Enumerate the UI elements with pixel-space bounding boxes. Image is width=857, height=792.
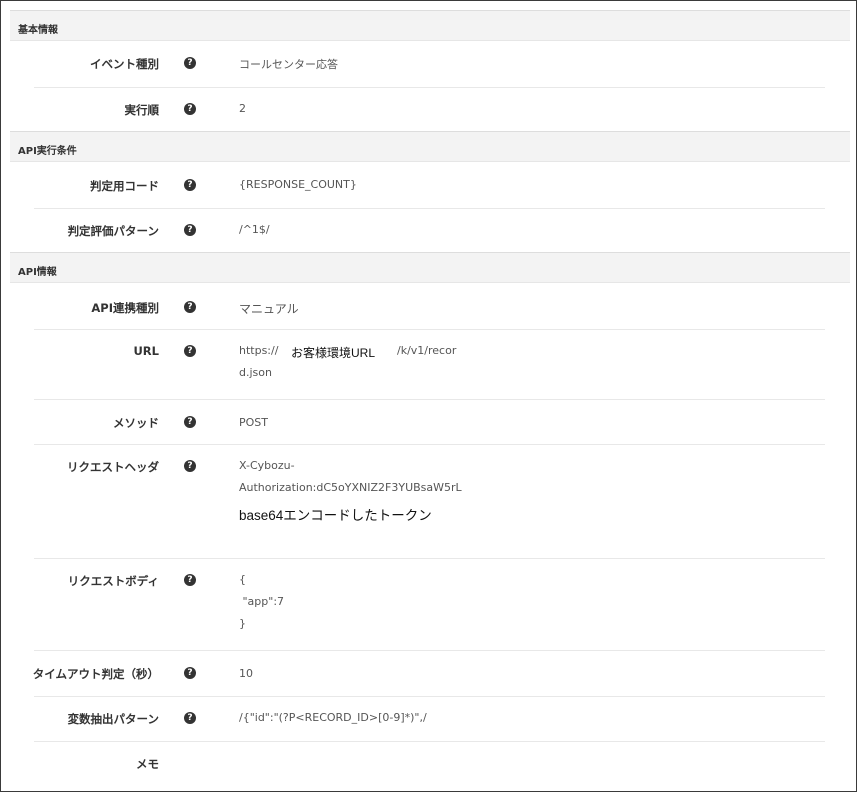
field-row-timeout: タイムアウト判定（秒） ? 10 bbox=[1, 650, 856, 696]
field-row-url: URL ? https:// お客様環境URL /k/v1/recor d.js… bbox=[1, 329, 856, 399]
url-suffix: /k/v1/recor bbox=[397, 344, 457, 357]
field-value-exec-order: 2 bbox=[239, 102, 246, 115]
url-prefix: https:// bbox=[239, 344, 279, 357]
field-row-exec-order: 実行順 ? 2 bbox=[1, 87, 856, 131]
question-circle-icon[interactable]: ? bbox=[184, 574, 196, 586]
field-value-event-type: コールセンター応答 bbox=[239, 58, 338, 71]
field-label-var-pattern: 変数抽出パターン bbox=[67, 712, 159, 726]
field-value-judge-pattern: /^1$/ bbox=[239, 223, 270, 236]
field-label-method: メソッド bbox=[113, 416, 159, 430]
field-value-api-type: マニュアル bbox=[239, 302, 299, 316]
url-line2: d.json bbox=[239, 366, 272, 379]
field-label-judge-code: 判定用コード bbox=[90, 179, 159, 193]
field-label-request-header: リクエストヘッダ bbox=[67, 460, 159, 474]
field-label-memo: メモ bbox=[136, 757, 159, 771]
field-value-var-pattern: /{"id":"(?P<RECORD_ID>[0-9]*)",/ bbox=[239, 711, 427, 724]
field-label-exec-order: 実行順 bbox=[124, 103, 160, 117]
field-row-judge-code: 判定用コード ? {RESPONSE_COUNT} bbox=[1, 162, 856, 208]
question-circle-icon[interactable]: ? bbox=[184, 416, 196, 428]
field-row-method: メソッド ? POST bbox=[1, 399, 856, 444]
field-label-event-type: イベント種別 bbox=[90, 57, 159, 71]
field-row-request-body: リクエストボディ ? { "app":7 } bbox=[1, 558, 856, 650]
section-header-api: API情報 bbox=[10, 252, 850, 283]
field-row-judge-pattern: 判定評価パターン ? /^1$/ bbox=[1, 208, 856, 252]
request-header-line1: X-Cybozu- bbox=[239, 459, 295, 472]
field-label-request-body: リクエストボディ bbox=[67, 574, 159, 588]
field-label-timeout: タイムアウト判定（秒） bbox=[32, 667, 159, 681]
section-header-basic: 基本情報 bbox=[10, 10, 850, 41]
question-circle-icon[interactable]: ? bbox=[184, 460, 196, 472]
field-row-api-type: API連携種別 ? マニュアル bbox=[1, 283, 856, 329]
question-circle-icon[interactable]: ? bbox=[184, 712, 196, 724]
field-label-api-type: API連携種別 bbox=[91, 301, 159, 315]
field-row-var-pattern: 変数抽出パターン ? /{"id":"(?P<RECORD_ID>[0-9]*)… bbox=[1, 696, 856, 741]
field-value-method: POST bbox=[239, 416, 268, 429]
request-body-line: { bbox=[239, 573, 246, 586]
question-circle-icon[interactable]: ? bbox=[184, 301, 196, 313]
question-circle-icon[interactable]: ? bbox=[184, 345, 196, 357]
section-title-api: API情報 bbox=[18, 267, 57, 278]
field-label-url: URL bbox=[133, 344, 159, 358]
section-header-condition: API実行条件 bbox=[10, 131, 850, 162]
field-row-event-type: イベント種別 ? コールセンター応答 bbox=[1, 41, 856, 87]
question-circle-icon[interactable]: ? bbox=[184, 224, 196, 236]
field-label-judge-pattern: 判定評価パターン bbox=[67, 224, 159, 238]
section-title-basic: 基本情報 bbox=[18, 25, 58, 36]
field-row-memo: メモ bbox=[1, 741, 856, 791]
request-header-annotation: base64エンコードしたトークン bbox=[239, 508, 432, 523]
question-circle-icon[interactable]: ? bbox=[184, 667, 196, 679]
request-body-line: } bbox=[239, 617, 246, 630]
field-value-judge-code: {RESPONSE_COUNT} bbox=[239, 178, 357, 191]
url-annotation: お客様環境URL bbox=[291, 346, 376, 360]
question-circle-icon[interactable]: ? bbox=[184, 103, 196, 115]
request-body-line: "app":7 bbox=[239, 595, 285, 608]
question-circle-icon[interactable]: ? bbox=[184, 57, 196, 69]
field-value-timeout: 10 bbox=[239, 667, 253, 680]
settings-panel: 基本情報 イベント種別 ? コールセンター応答 実行順 ? 2 API実行条件 … bbox=[0, 0, 857, 792]
field-row-request-header: リクエストヘッダ ? X-Cybozu- Authorization:dC5oY… bbox=[1, 444, 856, 558]
section-title-condition: API実行条件 bbox=[18, 146, 77, 157]
request-header-line2: Authorization:dC5oYXNIZ2F3YUBsaW5rL bbox=[239, 481, 462, 494]
question-circle-icon[interactable]: ? bbox=[184, 179, 196, 191]
